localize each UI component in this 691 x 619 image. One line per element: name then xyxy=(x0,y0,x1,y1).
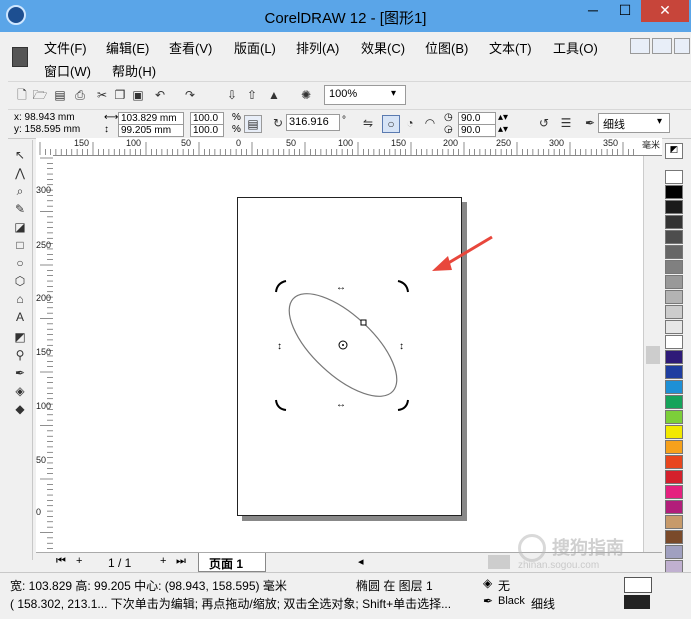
palette-swatch[interactable] xyxy=(665,395,683,409)
page-tab-label: 页面 1 xyxy=(209,557,244,571)
scroll-thumb[interactable] xyxy=(646,346,660,364)
status-bar: 宽: 103.829 高: 99.205 中心: (98.943, 158.59… xyxy=(0,572,691,619)
skew-handle-left[interactable]: ↕ xyxy=(277,341,282,352)
page-tab[interactable]: 页面 1 xyxy=(198,553,266,572)
rotate-handle-bottom-left[interactable] xyxy=(275,399,287,411)
skew-handle-top[interactable]: ↔ xyxy=(336,282,346,293)
status-dimensions: 宽: 103.829 高: 99.205 中心: (98.943, 158.59… xyxy=(10,579,287,593)
rotation-center-dot xyxy=(342,344,344,346)
status-hint: ( 158.302, 213.1... 下次单击为编辑; 再点拖动/缩放; 双击… xyxy=(10,597,452,611)
annotation-arrow-head xyxy=(432,256,452,271)
palette-swatch[interactable] xyxy=(665,365,683,379)
palette-swatch[interactable] xyxy=(665,320,683,334)
palette-swatch[interactable] xyxy=(665,170,683,184)
fill-color-swatch xyxy=(624,577,652,593)
outline-pen-icon: ✒ xyxy=(483,594,494,608)
selection-overlay: ↔ ↔ ↕ ↕ xyxy=(275,235,493,411)
watermark-text: 搜狗指南 xyxy=(552,538,624,558)
horizontal-scroll-thumb[interactable] xyxy=(488,555,510,569)
status-outline-color: Black xyxy=(498,595,525,607)
palette-swatch[interactable] xyxy=(665,500,683,514)
palette-swatch[interactable] xyxy=(665,200,683,214)
palette-swatch[interactable] xyxy=(665,185,683,199)
rotate-handle-top-right[interactable] xyxy=(397,280,409,293)
palette-swatch[interactable] xyxy=(665,410,683,424)
palette-swatch[interactable] xyxy=(665,380,683,394)
add-page-icon[interactable]: + xyxy=(160,555,166,567)
palette-swatch[interactable] xyxy=(665,245,683,259)
ellipse-node[interactable] xyxy=(360,319,367,326)
palette-swatch[interactable] xyxy=(665,485,683,499)
palette-swatch[interactable] xyxy=(665,470,683,484)
palette-swatch[interactable] xyxy=(665,350,683,364)
palette-swatch[interactable] xyxy=(665,305,683,319)
palette-swatch[interactable] xyxy=(665,515,683,529)
status-outline-width: 细线 xyxy=(531,597,556,611)
last-page-icon[interactable]: ⏭ xyxy=(176,555,186,568)
annotation-arrow-line xyxy=(444,235,493,267)
palette-swatch[interactable] xyxy=(665,275,683,289)
palette-swatch[interactable] xyxy=(665,215,683,229)
palette-swatch[interactable] xyxy=(665,440,683,454)
watermark: 搜狗指南 zhinan.sogou.com xyxy=(518,530,678,571)
outline-color-swatch xyxy=(624,595,650,609)
palette-swatch[interactable] xyxy=(665,455,683,469)
scroll-left-icon[interactable]: ◂ xyxy=(358,555,364,568)
rotate-handle-bottom-right[interactable] xyxy=(397,399,409,411)
skew-handle-bottom[interactable]: ↔ xyxy=(336,399,346,410)
palette-swatch[interactable] xyxy=(665,230,683,244)
palette-swatch[interactable] xyxy=(665,290,683,304)
watermark-logo-icon xyxy=(518,534,546,562)
status-object: 椭圆 在 图层 1 xyxy=(356,579,433,593)
status-fill: 无 xyxy=(498,579,511,593)
add-page-icon[interactable]: + xyxy=(76,555,82,567)
fill-bucket-icon: ◈ xyxy=(483,576,493,590)
palette-swatch[interactable] xyxy=(665,425,683,439)
first-page-icon[interactable]: ⏮ xyxy=(56,555,66,568)
palette-swatch[interactable] xyxy=(665,335,683,349)
skew-handle-right[interactable]: ↕ xyxy=(399,341,404,352)
rotate-handle-top-left[interactable] xyxy=(275,280,287,293)
color-palette xyxy=(665,140,683,604)
watermark-url: zhinan.sogou.com xyxy=(518,560,600,571)
palette-swatch[interactable] xyxy=(665,260,683,274)
vertical-scrollbar[interactable] xyxy=(643,156,663,552)
page-counter: 1 / 1 xyxy=(108,556,132,570)
